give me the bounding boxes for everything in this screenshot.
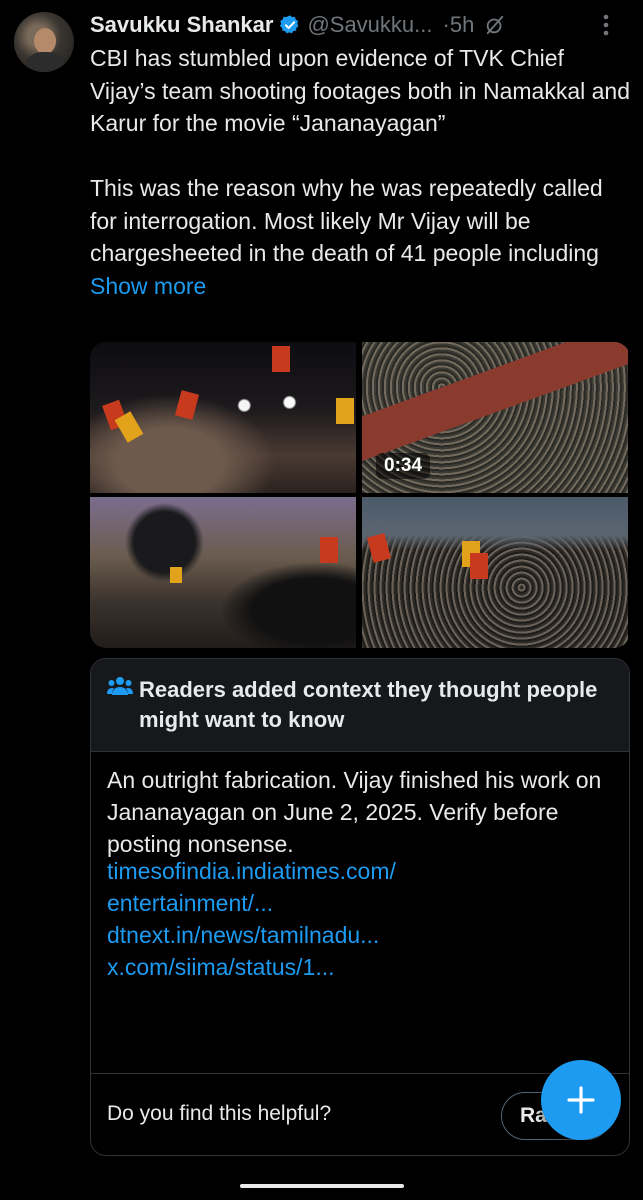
author-handle[interactable]: @Savukku... [307,12,432,38]
note-title: Readers added context they thought peopl… [139,677,598,732]
avatar-face [34,28,56,54]
helpful-question: Do you find this helpful? [107,1102,332,1125]
note-link-timesofindia-cont[interactable]: entertainment/... [107,887,612,919]
note-link-siima[interactable]: x.com/siima/status/1... [107,951,612,983]
readers-people-icon [107,675,133,697]
author-avatar[interactable] [14,12,74,72]
flag-shape [170,567,182,583]
home-indicator[interactable] [240,1184,404,1188]
flag-shape [272,346,290,372]
media-image-4[interactable] [362,497,628,648]
grok-icon[interactable] [484,14,506,36]
time-value: 5h [449,12,475,37]
media-image-3[interactable] [90,497,356,648]
plus-icon [567,1086,595,1114]
tweet-text: CBI has stumbled upon evidence of TVK Ch… [90,42,630,302]
media-image-1[interactable] [90,342,356,493]
note-link-dtnext[interactable]: dtnext.in/news/tamilnadu... [107,919,612,951]
flag-shape [336,398,354,424]
media-grid: 0:34 [90,342,630,648]
note-links: timesofindia.indiatimes.com/ entertainme… [107,855,612,983]
verified-badge-icon [279,14,301,36]
tweet-time: ·5h [443,12,475,38]
note-body: An outright fabrication. Vijay finished … [107,767,602,857]
avatar-body [24,52,66,72]
time-separator: · [442,12,450,37]
more-options-icon[interactable] [596,8,616,42]
note-link-timesofindia[interactable]: timesofindia.indiatimes.com/ [107,855,612,887]
note-header: Readers added context they thought peopl… [91,659,629,752]
flag-shape [366,533,392,563]
compose-button[interactable] [541,1060,621,1140]
media-video-thumbnail[interactable]: 0:34 [362,342,628,493]
tweet-body: CBI has stumbled upon evidence of TVK Ch… [90,45,630,266]
video-duration: 0:34 [376,453,431,479]
show-more-link[interactable]: Show more [90,273,206,299]
author-name[interactable]: Savukku Shankar [90,12,273,38]
tweet-header: Savukku Shankar @Savukku... ·5h [90,8,630,42]
flag-shape [470,553,488,579]
flag-shape [174,390,200,420]
flag-shape [320,537,338,563]
